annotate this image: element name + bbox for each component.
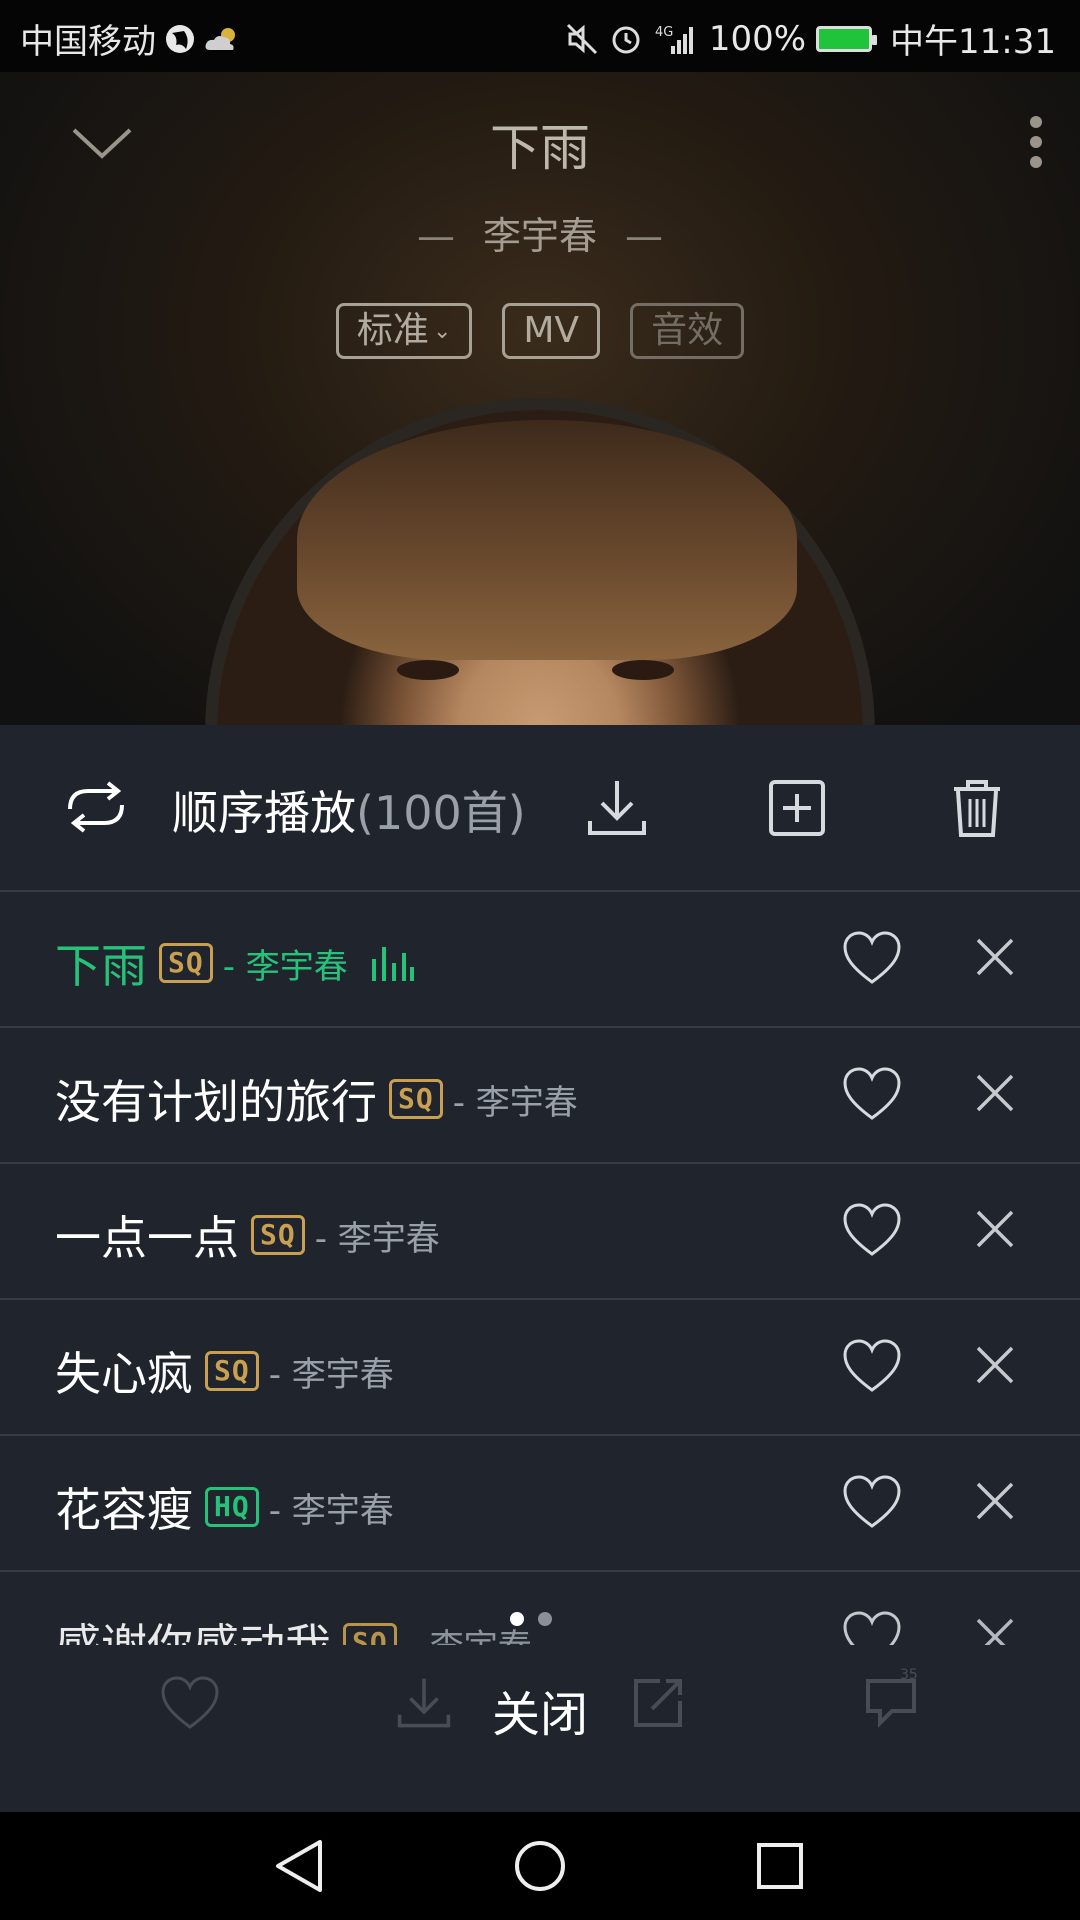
svg-text:4G: 4G	[655, 25, 673, 40]
page-dot	[538, 1612, 552, 1626]
home-icon[interactable]	[510, 1836, 570, 1896]
list-item[interactable]: 下雨 SQ - 李宇春	[0, 892, 1080, 1028]
download-all-icon[interactable]	[586, 777, 648, 839]
page-indicator	[510, 1612, 552, 1626]
status-bar: 中国移动 4G 100% 中午11:31	[0, 0, 1080, 72]
close-icon[interactable]	[970, 932, 1020, 982]
repeat-mode-icon[interactable]	[60, 775, 132, 839]
page-dot-active	[510, 1612, 524, 1626]
chevron-down-icon: ⌄	[432, 319, 452, 344]
sound-effect-button[interactable]: 音效	[630, 303, 745, 359]
close-icon[interactable]	[970, 1068, 1020, 1118]
mute-icon	[566, 23, 597, 54]
list-item[interactable]: 失心疯 SQ - 李宇春	[0, 1300, 1080, 1436]
mv-button[interactable]: MV	[502, 303, 601, 359]
playlist: 下雨 SQ - 李宇春 没有计划的旅行 SQ - 李宇春 一点一点 SQ - 李…	[0, 892, 1080, 1652]
close-icon[interactable]	[970, 1476, 1020, 1526]
globe-icon	[166, 24, 194, 53]
player-header: 下雨	[0, 72, 1080, 212]
playlist-header: 顺序播放(100首)	[0, 725, 1080, 892]
hq-badge: HQ	[205, 1487, 259, 1527]
artist-line: — 李宇春 —	[416, 214, 663, 258]
song-name: 没有计划的旅行	[55, 1075, 377, 1129]
back-icon[interactable]	[270, 1836, 330, 1896]
now-playing-icon	[371, 947, 414, 981]
song-artist: - 李宇春	[314, 1218, 440, 1259]
list-item[interactable]: 一点一点 SQ - 李宇春	[0, 1164, 1080, 1300]
list-item[interactable]: 没有计划的旅行 SQ - 李宇春	[0, 1028, 1080, 1164]
playlist-count: (100首)	[356, 786, 526, 840]
battery-percent: 100%	[708, 18, 807, 59]
alarm-icon	[612, 26, 640, 53]
sq-badge: SQ	[251, 1215, 305, 1255]
song-artist: - 李宇春	[268, 1490, 394, 1531]
sq-badge: SQ	[159, 943, 213, 983]
song-name: 失心疯	[55, 1347, 193, 1401]
heart-icon[interactable]	[842, 930, 902, 986]
song-name: 花容瘦	[55, 1483, 193, 1537]
carrier-name: 中国移动	[20, 22, 156, 62]
list-item[interactable]: 花容瘦 HQ - 李宇春	[0, 1436, 1080, 1572]
close-button[interactable]: 关闭	[0, 1675, 1080, 1745]
sq-badge: SQ	[389, 1079, 443, 1119]
heart-icon[interactable]	[842, 1066, 902, 1122]
quality-selector[interactable]: 标准 ⌄	[335, 303, 473, 359]
add-to-playlist-icon[interactable]	[766, 777, 828, 839]
song-artist: - 李宇春	[222, 946, 348, 987]
heart-icon[interactable]	[842, 1202, 902, 1258]
song-title: 下雨	[490, 119, 590, 177]
clock: 中午11:31	[890, 22, 1056, 62]
artist-name[interactable]: 李宇春	[483, 214, 597, 258]
signal-icon: 4G	[655, 25, 693, 54]
song-name: 下雨	[55, 939, 147, 993]
song-artist: - 李宇春	[452, 1082, 578, 1123]
song-name: 一点一点	[55, 1211, 239, 1265]
heart-icon[interactable]	[842, 1338, 902, 1394]
song-artist: - 李宇春	[268, 1354, 394, 1395]
navigation-bar	[0, 1812, 1080, 1920]
sq-badge: SQ	[205, 1351, 259, 1391]
close-icon[interactable]	[970, 1204, 1020, 1254]
heart-icon[interactable]	[842, 1474, 902, 1530]
close-icon[interactable]	[970, 1340, 1020, 1390]
recents-icon[interactable]	[750, 1836, 810, 1896]
more-options-icon[interactable]	[1000, 112, 1050, 172]
trash-icon[interactable]	[946, 777, 1008, 839]
player-tags: 标准 ⌄ MV 音效	[0, 303, 1080, 359]
battery-icon	[816, 25, 878, 52]
weather-icon	[205, 27, 235, 50]
play-mode-label[interactable]: 顺序播放(100首)	[172, 777, 526, 843]
close-area: 35 关闭	[0, 1645, 1080, 1812]
